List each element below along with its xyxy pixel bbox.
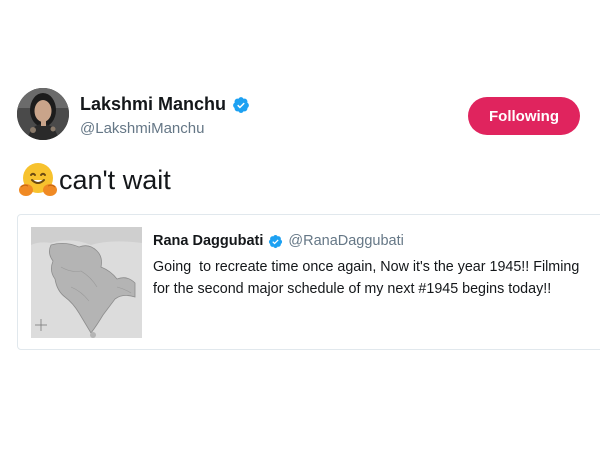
quoted-tweet-text-line1: Going to recreate time once again, Now i… xyxy=(153,259,580,275)
author-name[interactable]: Lakshmi Manchu xyxy=(80,94,226,115)
verified-badge-icon xyxy=(233,96,249,113)
author-name-row[interactable]: Lakshmi Manchu xyxy=(80,94,250,115)
verified-badge-icon xyxy=(269,234,283,248)
quoted-author-name[interactable]: Rana Daggubati xyxy=(153,233,263,249)
author-handle[interactable]: @LakshmiManchu xyxy=(80,120,204,137)
quoted-tweet-card[interactable]: Rana Daggubati @RanaDaggubati Going to r… xyxy=(17,214,600,350)
quoted-tweet-header[interactable]: Rana Daggubati @RanaDaggubati xyxy=(153,233,404,249)
avatar-photo xyxy=(17,88,69,140)
tweet-text: can't wait xyxy=(18,160,171,200)
quoted-tweet-text-line2: for the second major schedule of my next… xyxy=(153,281,552,297)
hugging-face-emoji-icon xyxy=(19,163,57,196)
author-avatar[interactable] xyxy=(17,88,69,140)
tweet-text-content: can't wait xyxy=(59,164,171,195)
quoted-author-handle[interactable]: @RanaDaggubati xyxy=(288,233,404,249)
map-image xyxy=(31,227,142,338)
quoted-tweet-text: Going to recreate time once again, Now i… xyxy=(153,256,600,300)
following-button[interactable]: Following xyxy=(468,97,580,135)
quoted-tweet-image[interactable] xyxy=(31,227,142,338)
